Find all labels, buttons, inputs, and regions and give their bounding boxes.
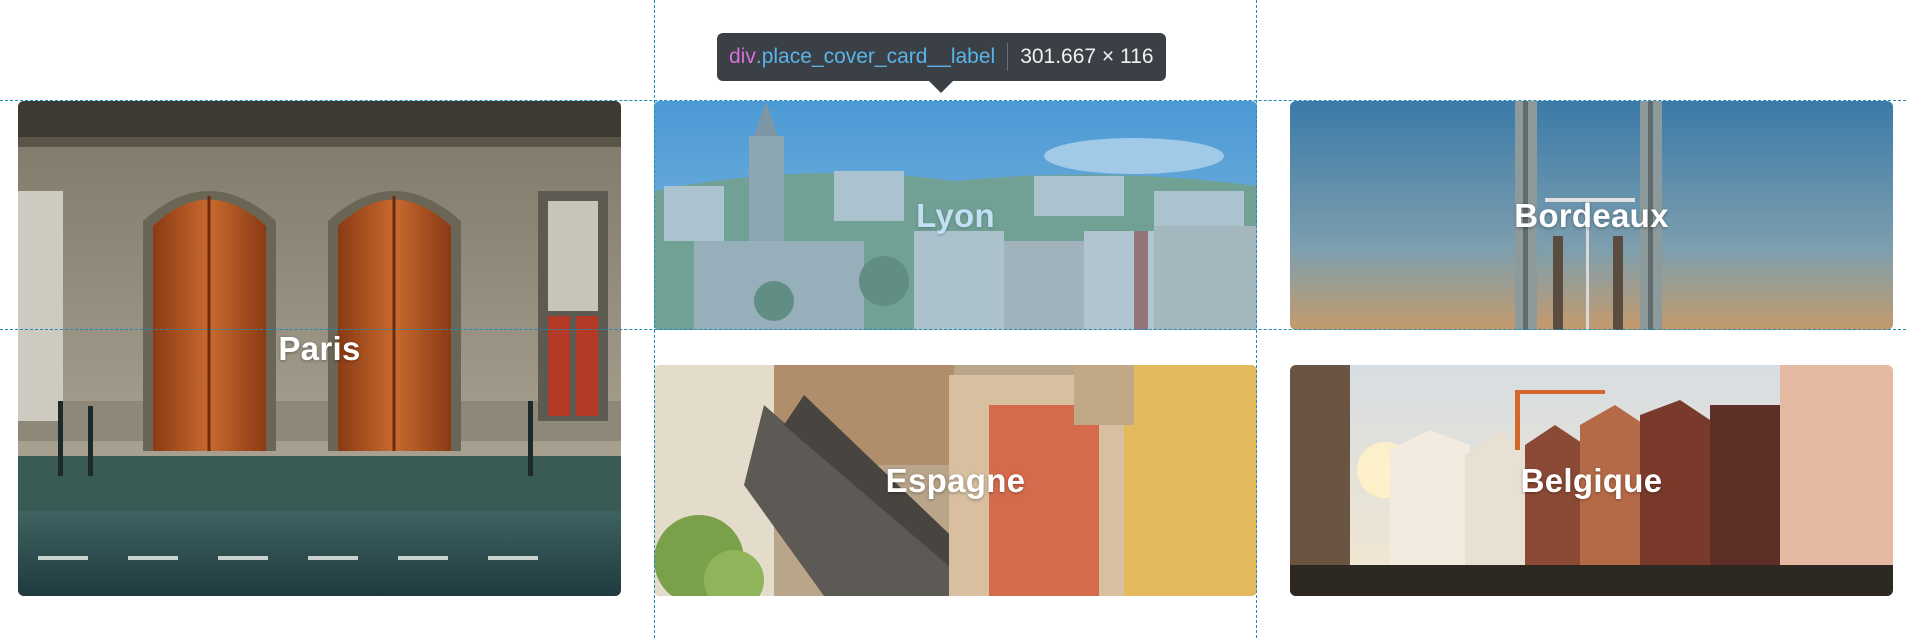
inspector-tooltip-class: .place_cover_card__label: [755, 45, 996, 68]
place-card-bordeaux[interactable]: Bordeaux: [1290, 101, 1893, 330]
place-card-label: Bordeaux: [1514, 196, 1669, 234]
place-card-label: Espagne: [885, 461, 1026, 499]
inspector-guide-top: [0, 100, 1906, 101]
place-card-paris[interactable]: Paris: [18, 101, 621, 596]
inspector-guide-bottom: [0, 329, 1906, 330]
inspector-guide-left: [654, 0, 655, 638]
inspector-highlight: [654, 101, 1257, 330]
inspector-guide-right: [1256, 0, 1257, 638]
place-card-label: Paris: [278, 329, 361, 367]
inspector-tooltip: div .place_cover_card__label 301.667 × 11…: [717, 33, 1166, 93]
inspector-tooltip-divider: [1007, 43, 1009, 71]
place-card-label: Belgique: [1520, 461, 1663, 499]
inspector-tooltip-tag: div: [729, 45, 756, 68]
inspector-tooltip-size: 301.667 × 116: [1020, 45, 1154, 68]
place-card-espagne[interactable]: Espagne: [654, 365, 1257, 596]
place-card-belgique[interactable]: Belgique: [1290, 365, 1893, 596]
